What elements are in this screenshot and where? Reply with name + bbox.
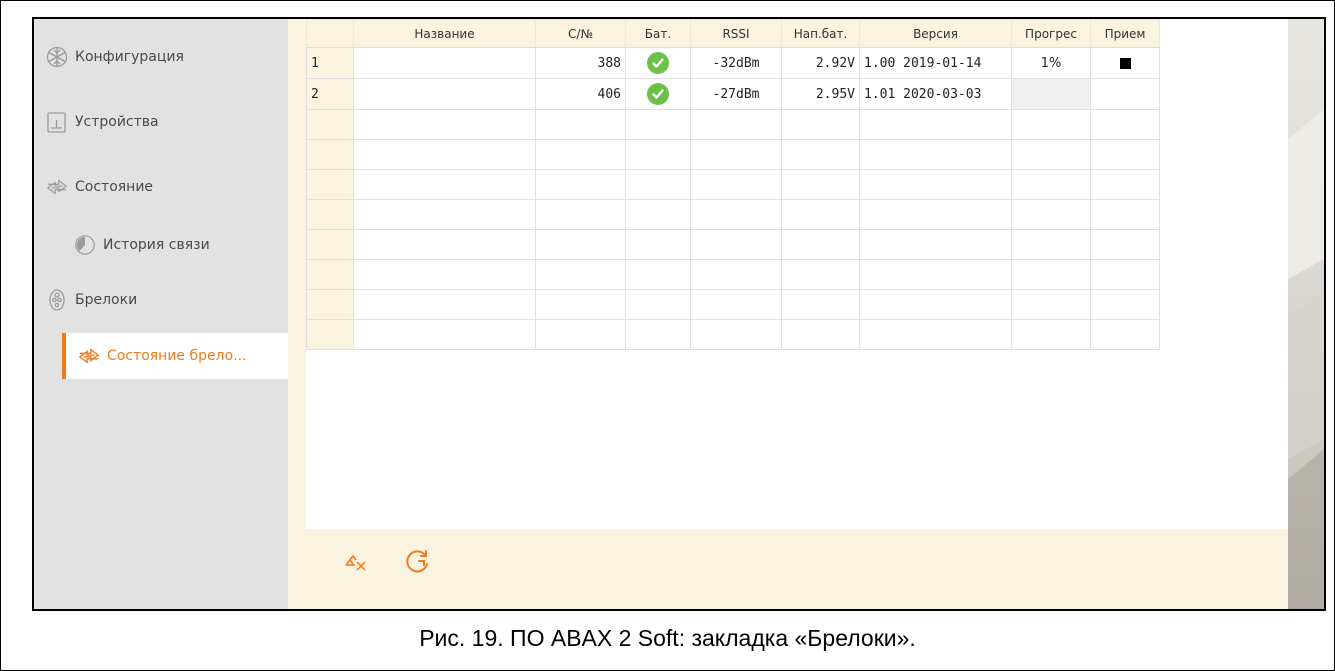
- app-window: Конфигурация Устройства Состояние Истори…: [32, 17, 1326, 611]
- cell-progress: 1%: [1011, 47, 1091, 79]
- keyfob-icon: [46, 289, 68, 311]
- row-number: 1: [306, 47, 354, 79]
- table-row[interactable]: [306, 289, 1160, 320]
- snowflake-icon: [46, 46, 68, 68]
- col-header-receive[interactable]: Прием: [1090, 19, 1160, 48]
- grid-area: Название С/№ Бат. RSSI Нап.бат. Версия П…: [306, 19, 1324, 529]
- stop-icon[interactable]: [1119, 57, 1131, 69]
- sidebar-item-devices[interactable]: Устройства: [46, 105, 159, 139]
- sidebar-item-keyfobs[interactable]: Брелоки: [46, 283, 137, 317]
- table-row[interactable]: 1 388 -32dBm 2.92V 1.00 2019-01-14 1%: [306, 47, 1160, 79]
- sidebar-item-label: Устройства: [75, 114, 159, 130]
- history-circle-icon: [74, 234, 96, 256]
- sidebar-item-label: Конфигурация: [75, 49, 184, 65]
- sidebar-item-configuration[interactable]: Конфигурация: [46, 40, 184, 74]
- battery-ok-icon: [647, 83, 669, 105]
- cell-version: 1.00 2019-01-14: [859, 47, 1012, 79]
- device-icon: [46, 111, 68, 133]
- table-header-row: Название С/№ Бат. RSSI Нап.бат. Версия П…: [306, 19, 1160, 48]
- status-arrows-icon: [78, 345, 100, 367]
- col-header-rssi[interactable]: RSSI: [690, 19, 782, 48]
- cell-version: 1.01 2020-03-03: [859, 78, 1012, 110]
- toolbar: [338, 544, 436, 584]
- decorative-shapes: [1288, 109, 1324, 609]
- cell-voltage: 2.95V: [781, 78, 860, 110]
- table-row[interactable]: [306, 229, 1160, 260]
- cell-battery: [625, 47, 691, 79]
- cell-rssi: -32dBm: [690, 47, 782, 79]
- row-number: 2: [306, 78, 354, 110]
- cell-serial: 388: [535, 47, 626, 79]
- cell-rssi: -27dBm: [690, 78, 782, 110]
- sidebar: Конфигурация Устройства Состояние Истори…: [34, 19, 288, 609]
- table-row[interactable]: 2 406 -27dBm 2.95V 1.01 2020-03-03: [306, 78, 1160, 110]
- sidebar-item-label: История связи: [103, 237, 210, 253]
- delete-keyfob-button[interactable]: [338, 546, 374, 582]
- col-header-version[interactable]: Версия: [859, 19, 1012, 48]
- table-row[interactable]: [306, 259, 1160, 290]
- active-indicator: [62, 333, 66, 379]
- delete-keyfob-icon: [341, 547, 371, 581]
- sidebar-item-history[interactable]: История связи: [74, 228, 210, 262]
- table-row[interactable]: [306, 319, 1160, 350]
- table-row[interactable]: [306, 139, 1160, 170]
- cell-progress: [1011, 78, 1091, 110]
- table-row[interactable]: [306, 109, 1160, 140]
- cell-serial: 406: [535, 78, 626, 110]
- col-header-name[interactable]: Название: [353, 19, 536, 48]
- battery-ok-icon: [647, 52, 669, 74]
- refresh-button[interactable]: [400, 546, 436, 582]
- cell-battery: [625, 78, 691, 110]
- col-header-voltage[interactable]: Нап.бат.: [781, 19, 860, 48]
- main-panel: Название С/№ Бат. RSSI Нап.бат. Версия П…: [288, 19, 1324, 609]
- keyfob-status-table: Название С/№ Бат. RSSI Нап.бат. Версия П…: [306, 19, 1160, 350]
- col-header-battery[interactable]: Бат.: [625, 19, 691, 48]
- decorative-background-strip: [1288, 19, 1324, 609]
- cell-receive[interactable]: [1090, 78, 1160, 110]
- sidebar-item-keyfob-status[interactable]: Состояние брело...: [62, 333, 288, 379]
- sidebar-item-status[interactable]: Состояние: [46, 170, 153, 204]
- col-header-serial[interactable]: С/№: [535, 19, 626, 48]
- cell-name[interactable]: [353, 78, 536, 110]
- col-header-rownum: [306, 19, 354, 48]
- cell-receive[interactable]: [1090, 47, 1160, 79]
- status-arrows-icon: [46, 176, 68, 198]
- sidebar-item-label: Брелоки: [75, 292, 138, 308]
- figure-caption: Рис. 19. ПО ABAX 2 Soft: закладка «Брело…: [419, 625, 916, 651]
- cell-name[interactable]: [353, 47, 536, 79]
- sidebar-item-label: Состояние брело...: [107, 348, 247, 364]
- refresh-icon: [403, 547, 433, 581]
- sidebar-item-label: Состояние: [75, 179, 154, 195]
- cell-voltage: 2.92V: [781, 47, 860, 79]
- table-row[interactable]: [306, 199, 1160, 230]
- table-row[interactable]: [306, 169, 1160, 200]
- col-header-progress[interactable]: Прогрес: [1011, 19, 1091, 48]
